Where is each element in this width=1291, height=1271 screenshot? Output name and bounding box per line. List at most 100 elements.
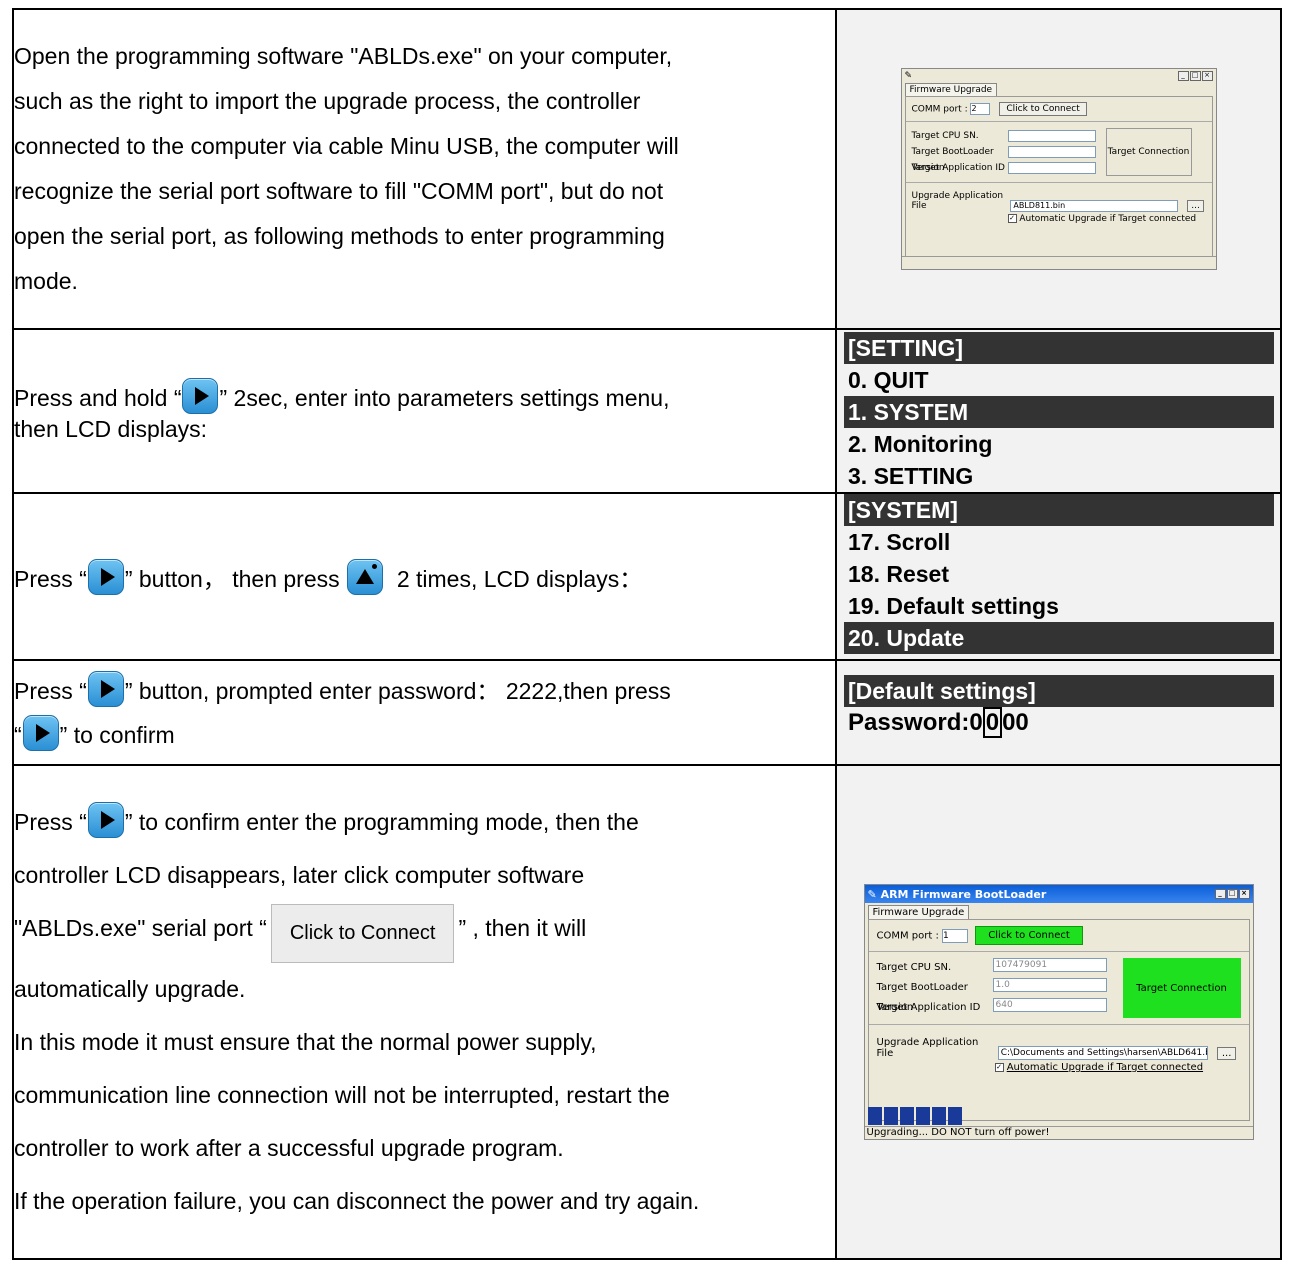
row1-text: Open the programming software "ABLDs.exe… — [14, 34, 835, 304]
progress-block — [883, 1107, 898, 1125]
lcd-row: 1. SYSTEM — [844, 396, 1274, 428]
progress-block — [867, 1107, 882, 1125]
row4-text-cell: Press “ ” button, prompted enter password… — [12, 659, 837, 766]
window-buttons: _ □ × — [1177, 71, 1213, 81]
progress-block — [915, 1107, 930, 1125]
row1-text-cell: Open the programming software "ABLDs.exe… — [12, 8, 837, 330]
progress-block — [899, 1107, 914, 1125]
row-password: Press “ ” button, prompted enter password… — [12, 659, 1282, 766]
minimize-icon: _ — [1177, 71, 1189, 81]
row2-lcd-cell: [SETTING] 0. QUIT 1. SYSTEM 2. Monitorin… — [835, 328, 1282, 494]
password-suffix: 00 — [1002, 709, 1029, 736]
status-bar: Upgrading... DO NOT turn off power! — [864, 1126, 1253, 1139]
pen-icon: ✎ — [904, 71, 913, 81]
text-line: mode. — [14, 268, 78, 294]
cpu-sn-label: Target CPU SN. — [911, 131, 979, 141]
row5-text-cell: Press “ ” to confirm enter the programmin… — [12, 764, 837, 1260]
file-field: ABLD811.bin — [1010, 199, 1179, 212]
lcd-row: 3. SETTING — [848, 463, 974, 489]
instruction-table: Open the programming software "ABLDs.exe… — [12, 8, 1282, 1260]
lcd-setting-menu: [SETTING] 0. QUIT 1. SYSTEM 2. Monitorin… — [837, 332, 1280, 492]
progress-block — [931, 1107, 946, 1125]
target-info: Target CPU SN. Target BootLoader Version… — [905, 122, 1212, 183]
up-arrow-button-icon — [347, 558, 384, 595]
tab-firmware-upgrade: Firmware Upgrade — [867, 905, 970, 919]
target-connection-box: Target Connection — [1105, 128, 1192, 176]
text-line: open the serial port, as following metho… — [14, 223, 665, 249]
comm-row: COMM port : 1 Click to Connect — [868, 920, 1249, 952]
row5-text: Press “ ” to confirm enter the programmin… — [14, 796, 835, 1228]
lcd-row: 18. Reset — [848, 561, 950, 587]
lcd-row: [SYSTEM] — [844, 494, 1274, 526]
app-id-label: Target Application ID — [876, 1002, 981, 1013]
right-arrow-button-icon — [182, 378, 219, 414]
click-to-connect-button: Click to Connect — [975, 926, 1083, 945]
comm-port-label: COMM port : — [911, 104, 968, 115]
status-bar — [901, 256, 1216, 269]
close-icon: × — [1201, 71, 1213, 81]
password-cursor: 0 — [982, 707, 1003, 738]
text-fragment: Press “ — [14, 565, 87, 592]
window-buttons: _ □ × — [1214, 889, 1250, 899]
file-label: Upgrade Application File — [876, 1037, 979, 1059]
right-arrow-button-icon — [87, 802, 124, 838]
text-fragment: Press and hold “ — [14, 385, 182, 411]
minimize-icon: _ — [1214, 889, 1226, 899]
password-row: Password:0 0 00 — [844, 707, 1274, 739]
target-labels: Target CPU SN. Target BootLoader Version… — [877, 958, 993, 1018]
target-values — [1007, 128, 1100, 176]
text-fragment: Press “ — [14, 809, 87, 835]
pen-icon: ✎ — [867, 887, 877, 901]
dialog-titlebar: ✎ _ □ × — [902, 69, 1216, 83]
auto-upgrade-row: ✓ Automatic Upgrade if Target connected — [877, 1062, 1241, 1073]
bootloader-label: Target BootLoader Version — [911, 147, 994, 173]
text-fragment: ” to confirm enter the programming mode,… — [124, 809, 639, 835]
text-fragment: ” to confirm — [59, 721, 175, 748]
lcd-row: 20. Update — [844, 622, 1274, 654]
right-arrow-button-icon — [87, 670, 124, 707]
row-open-software: Open the programming software "ABLDs.exe… — [12, 8, 1282, 330]
target-labels: Target CPU SN. Target BootLoader Version… — [912, 128, 1008, 176]
dialog-panel: COMM port : 2 Click to Connect Target CP… — [904, 96, 1213, 258]
app-id-label: Target Application ID — [911, 163, 1005, 173]
text-fragment: 2 times, LCD displays： — [396, 565, 643, 592]
text-line: communication line connection will not b… — [14, 1082, 670, 1108]
lcd-row: 17. Scroll — [848, 529, 951, 555]
text-line: connected to the computer via cable Minu… — [14, 133, 679, 159]
text-fragment: Press “ — [14, 677, 87, 704]
comm-port-field: 1 — [942, 928, 969, 943]
row-press-button: Press “ ” button， then press 2 times, LCD… — [12, 492, 1282, 661]
text-fragment: then LCD displays: — [14, 416, 208, 442]
lcd-row: 0. QUIT — [848, 367, 929, 393]
auto-upgrade-row: ✓ Automatic Upgrade if Target connected — [912, 213, 1206, 224]
file-label: Upgrade Application File — [911, 191, 1004, 211]
text-line: Open the programming software "ABLDs.exe… — [14, 43, 673, 69]
checkbox-icon: ✓ — [1007, 213, 1017, 223]
text-fragment: “ — [14, 721, 22, 748]
lcd-row: [SETTING] — [844, 332, 1274, 364]
target-connection-box: Target Connection — [1122, 958, 1241, 1018]
file-field: C:\Documents and Settings\harsen\ABLD641… — [997, 1046, 1208, 1060]
text-line: such as the right to import the upgrade … — [14, 88, 641, 114]
text-line: If the operation failure, you can discon… — [14, 1188, 700, 1214]
maximize-icon: □ — [1226, 889, 1238, 899]
row2-text: Press and hold “ ” 2sec, enter into param… — [14, 378, 835, 444]
text-line: controller to work after a successful up… — [14, 1135, 564, 1161]
text-line: recognize the serial port software to fi… — [14, 178, 664, 204]
text-fragment: ” , then it will — [458, 915, 587, 941]
row4-text: Press “ ” button, prompted enter password… — [14, 669, 835, 757]
target-values: 107479091 1.0 640 — [992, 958, 1109, 1018]
comm-port-label: COMM port : — [876, 930, 939, 942]
close-icon: × — [1238, 889, 1250, 899]
file-row: Upgrade Application File ABLD811.bin ...… — [906, 183, 1212, 228]
lcd-row: [Default settings] — [844, 675, 1274, 707]
row-press-hold: Press and hold “ ” 2sec, enter into param… — [12, 328, 1282, 494]
auto-upgrade-label: Automatic Upgrade if Target connected — [1019, 213, 1197, 224]
dialog-panel: COMM port : 1 Click to Connect Target CP… — [867, 919, 1250, 1121]
bootloader-field: 1.0 — [992, 978, 1107, 992]
tab-firmware-upgrade: Firmware Upgrade — [904, 83, 998, 96]
row3-lcd-cell: [SYSTEM] 17. Scroll 18. Reset 19. Defaul… — [835, 492, 1282, 661]
dialog-titlebar: ✎ ARM Firmware BootLoader _ □ × — [864, 885, 1253, 903]
row3-text-cell: Press “ ” button， then press 2 times, LCD… — [12, 492, 837, 661]
row2-text-cell: Press and hold “ ” 2sec, enter into param… — [12, 328, 837, 494]
